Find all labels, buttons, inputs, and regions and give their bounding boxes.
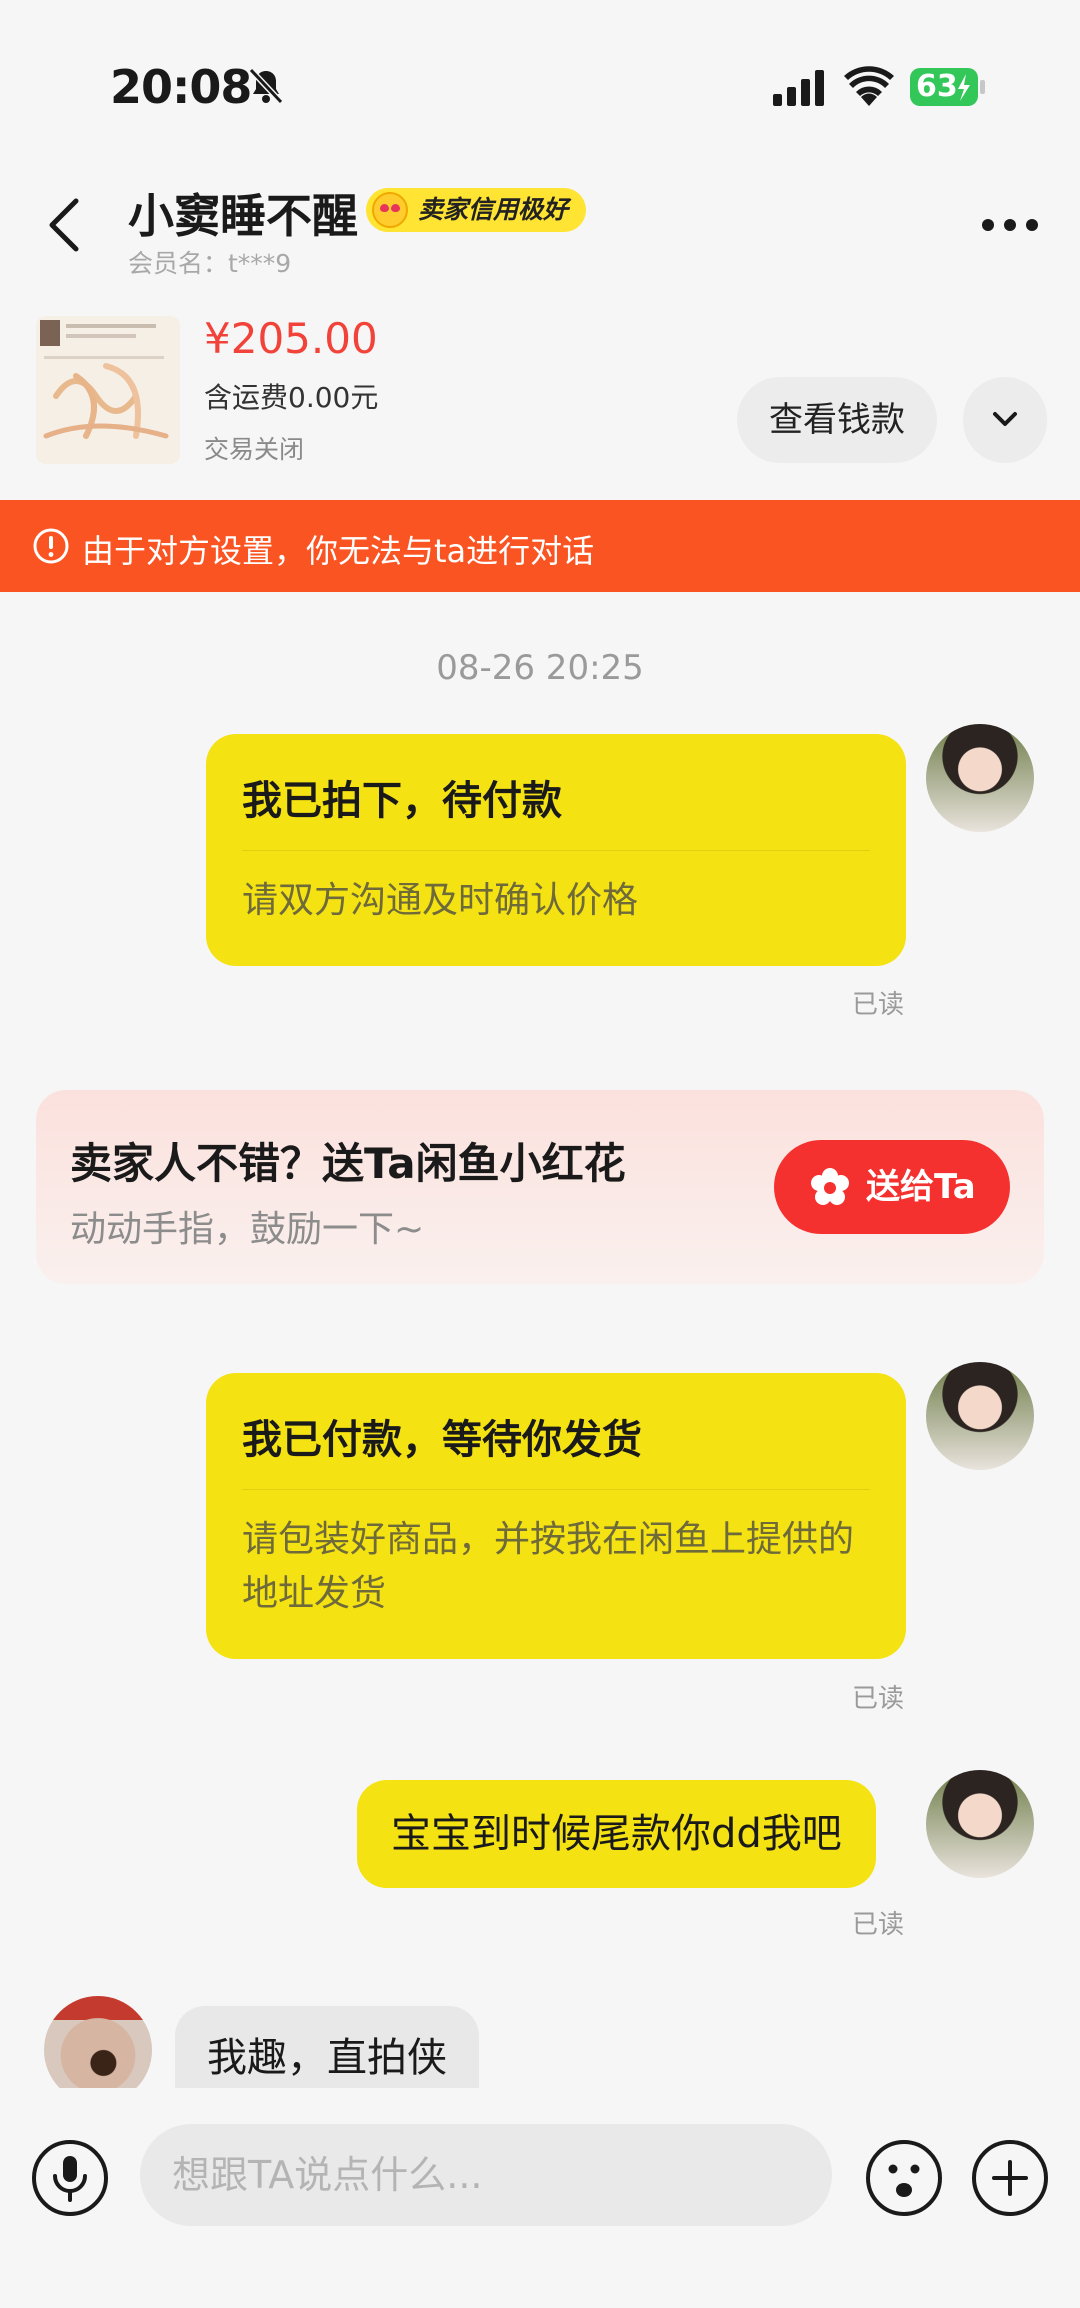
- bell-muted-icon: [248, 67, 284, 105]
- flower-card-subtitle: 动动手指，鼓励一下~: [70, 1209, 425, 1250]
- seller-name: 小窦睡不醒: [128, 189, 358, 243]
- read-status: 已读: [852, 990, 905, 1020]
- flower-icon: [811, 1168, 849, 1205]
- credit-badge: 卖家信用极好: [366, 188, 587, 232]
- product-thumbnail[interactable]: [36, 316, 180, 464]
- order-message-card[interactable]: 我已付款，等待你发货 请包装好商品，并按我在闲鱼上提供的地址发货: [206, 1373, 906, 1659]
- divider: [242, 850, 870, 851]
- order-message-card[interactable]: 我已拍下，待付款 请双方沟通及时确认价格: [206, 734, 906, 966]
- message-title: 我已拍下，待付款: [242, 778, 562, 824]
- message-input[interactable]: [140, 2124, 832, 2226]
- banner-text: 由于对方设置，你无法与ta进行对话: [82, 532, 595, 570]
- read-status: 已读: [852, 1910, 905, 1940]
- order-price: ¥205.00: [204, 314, 378, 363]
- mic-icon[interactable]: [30, 2138, 110, 2218]
- order-status: 交易关闭: [204, 435, 305, 464]
- warning-icon: [33, 528, 69, 564]
- message-title: 我已付款，等待你发货: [242, 1417, 642, 1463]
- read-status: 已读: [852, 1684, 905, 1714]
- credit-badge-label: 卖家信用极好: [418, 195, 569, 224]
- plus-icon[interactable]: [970, 2138, 1050, 2218]
- chat-timestamp: 08-26 20:25: [436, 648, 644, 688]
- battery-level: 63: [916, 69, 958, 104]
- member-name: 会员名：t***9: [128, 249, 292, 278]
- signal-icon: [773, 70, 824, 106]
- my-avatar[interactable]: [926, 1770, 1034, 1878]
- divider: [242, 1489, 870, 1490]
- my-avatar[interactable]: [926, 1362, 1034, 1470]
- heart-eyes-icon: [372, 192, 408, 228]
- my-avatar[interactable]: [926, 724, 1034, 832]
- view-payment-button[interactable]: 查看钱款: [737, 377, 937, 463]
- flower-card-title: 卖家人不错？送Ta闲鱼小红花: [70, 1139, 626, 1188]
- expand-order-button[interactable]: [963, 377, 1047, 463]
- status-time: 20:08: [110, 60, 252, 114]
- text-message-bubble[interactable]: 宝宝到时候尾款你dd我吧: [357, 1780, 876, 1888]
- more-icon[interactable]: [980, 210, 1040, 240]
- message-subtitle: 请双方沟通及时确认价格: [242, 880, 639, 921]
- back-arrow-icon[interactable]: [40, 195, 90, 255]
- chevron-down-icon: [993, 412, 1017, 426]
- battery-icon: 63: [910, 68, 986, 106]
- emoji-icon[interactable]: [864, 2138, 944, 2218]
- wifi-icon: [844, 66, 894, 106]
- shipping-fee: 含运费0.00元: [204, 381, 379, 414]
- message-subtitle: 请包装好商品，并按我在闲鱼上提供的地址发货: [242, 1519, 855, 1614]
